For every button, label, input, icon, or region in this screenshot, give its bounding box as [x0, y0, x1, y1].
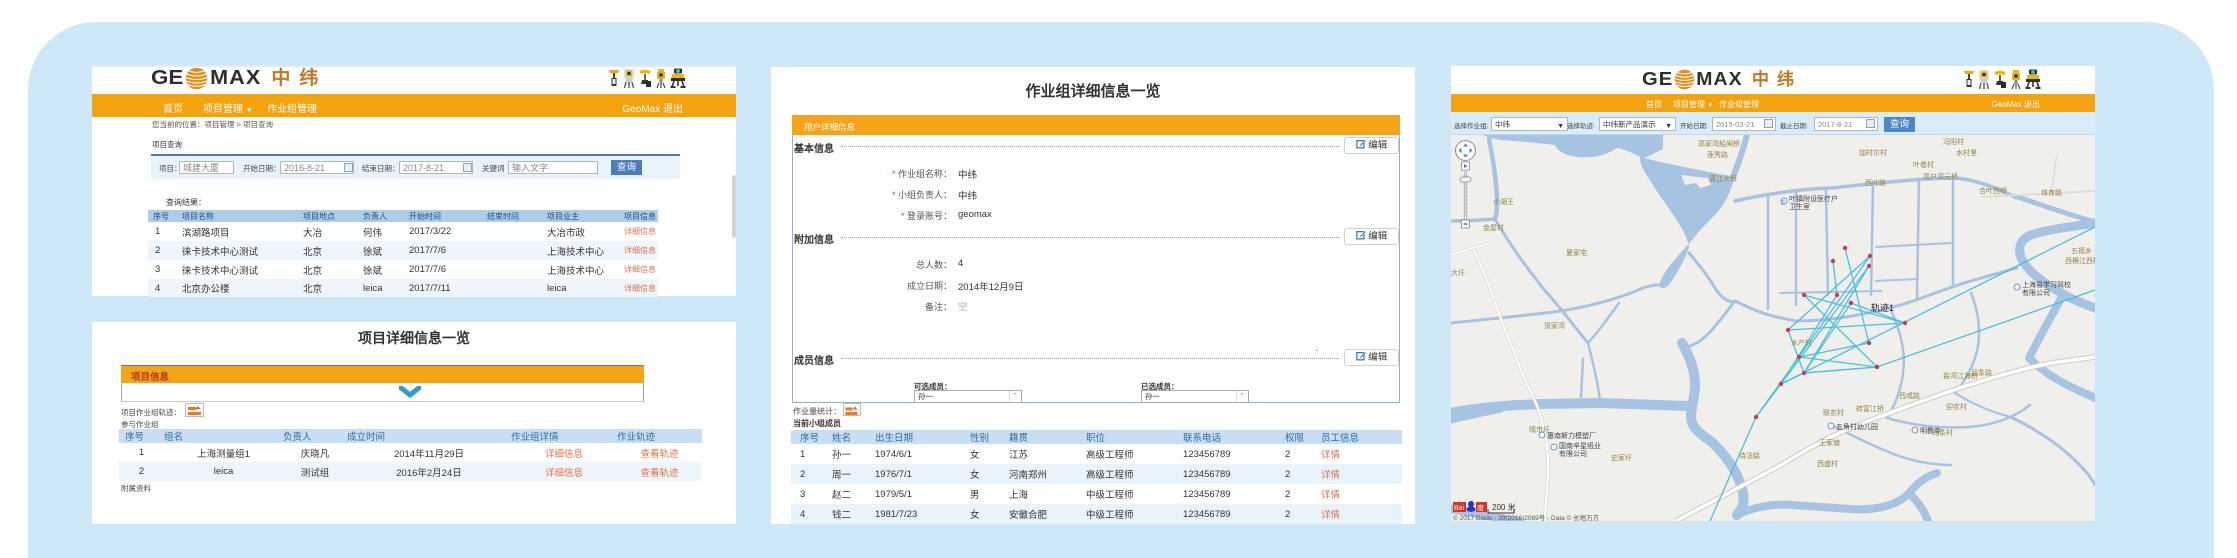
svg-text:明教寺: 明教寺 — [1920, 426, 1941, 435]
svg-text:水产村: 水产村 — [1791, 338, 1812, 347]
svg-text:西横江西桥: 西横江西桥 — [2065, 256, 2095, 265]
svg-text:水村里: 水村里 — [1956, 148, 1977, 157]
svg-text:加时尔村: 加时尔村 — [1859, 148, 1887, 157]
svg-text:诗法路: 诗法路 — [1739, 451, 1760, 460]
svg-text:轨迹1: 轨迹1 — [1871, 302, 1894, 313]
svg-text:清江大桥: 清江大桥 — [1709, 174, 1737, 183]
svg-text:卫生室: 卫生室 — [1789, 202, 1810, 211]
svg-text:转富江桥: 转富江桥 — [1856, 404, 1884, 413]
svg-text:有限公司: 有限公司 — [1559, 449, 1587, 458]
svg-text:200 米: 200 米 — [1492, 502, 1516, 512]
svg-text:国南辛星纸业: 国南辛星纸业 — [1559, 441, 1601, 450]
svg-text:金屋村: 金屋村 — [1483, 223, 1504, 232]
svg-text:叶巷村: 叶巷村 — [1913, 160, 1934, 169]
svg-text:迎农村: 迎农村 — [1946, 402, 1967, 411]
svg-text:有限公司: 有限公司 — [2022, 288, 2050, 297]
svg-text:联农村: 联农村 — [1823, 408, 1844, 417]
svg-text:货家湾: 货家湾 — [1544, 321, 1565, 330]
svg-text:莲秀路: 莲秀路 — [1707, 150, 1728, 159]
svg-text:夏家宅: 夏家宅 — [1566, 248, 1587, 257]
svg-text:高户湾元桥: 高户湾元桥 — [1923, 172, 1958, 181]
svg-text:史家圩: 史家圩 — [1611, 453, 1632, 462]
svg-text:上海易学习驾校: 上海易学习驾校 — [2022, 280, 2071, 289]
svg-text:体育路: 体育路 — [2041, 188, 2062, 197]
svg-text:卫: 卫 — [1780, 200, 1785, 206]
svg-text:度: 度 — [1477, 503, 1484, 512]
svg-text:后条路: 后条路 — [1971, 368, 1992, 377]
svg-text:西叶路: 西叶路 — [1865, 178, 1886, 187]
svg-text:五角村幼儿园: 五角村幼儿园 — [1836, 422, 1878, 431]
svg-text:叶镇附设医疗户: 叶镇附设医疗户 — [1789, 194, 1838, 203]
svg-text:五福乡: 五福乡 — [2071, 246, 2092, 255]
svg-text:Bai: Bai — [1454, 505, 1465, 512]
svg-text:西咸路: 西咸路 — [1899, 391, 1920, 400]
svg-text:© 2017 Baidu - 39(2016)2089号 -: © 2017 Baidu - 39(2016)2089号 - Data © 长地… — [1453, 513, 1600, 521]
svg-text:小湖王: 小湖王 — [1493, 197, 1514, 206]
svg-text:惠南斯力模塑厂: 惠南斯力模塑厂 — [1547, 431, 1596, 440]
svg-text:冯阳村: 冯阳村 — [1943, 137, 1964, 146]
svg-text:高家湾船闸桥: 高家湾船闸桥 — [1698, 139, 1740, 148]
svg-text:西盛村: 西盛村 — [1817, 459, 1838, 468]
svg-text:王家塘: 王家塘 — [1819, 438, 1840, 447]
svg-text:大圩: 大圩 — [1451, 268, 1465, 277]
svg-text:合叶西桥: 合叶西桥 — [1979, 186, 2007, 195]
